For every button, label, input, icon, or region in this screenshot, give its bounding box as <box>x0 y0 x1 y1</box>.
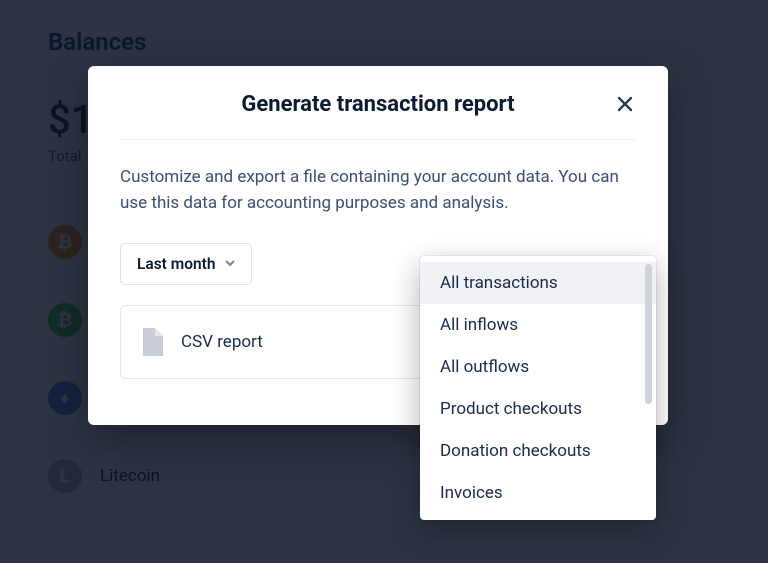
dropdown-option-all-inflows[interactable]: All inflows <box>420 304 656 346</box>
transaction-type-dropdown: All transactions All inflows All outflow… <box>420 256 656 520</box>
dropdown-option-all-outflows[interactable]: All outflows <box>420 346 656 388</box>
csv-report-label: CSV report <box>181 332 263 352</box>
dropdown-option-invoices[interactable]: Invoices <box>420 472 656 514</box>
dropdown-option-product-checkouts[interactable]: Product checkouts <box>420 388 656 430</box>
close-button[interactable] <box>610 90 640 120</box>
dropdown-option-donation-checkouts[interactable]: Donation checkouts <box>420 430 656 472</box>
date-range-label: Last month <box>137 255 215 273</box>
dropdown-option-all-transactions[interactable]: All transactions <box>420 262 656 304</box>
modal-header: Generate transaction report <box>120 92 636 140</box>
modal-title: Generate transaction report <box>241 92 514 117</box>
scrollbar-thumb[interactable] <box>645 264 652 404</box>
modal-description: Customize and export a file containing y… <box>120 164 636 217</box>
date-range-dropdown[interactable]: Last month <box>120 243 252 285</box>
close-icon <box>616 95 634 116</box>
caret-down-icon <box>225 260 235 267</box>
file-icon <box>141 328 163 356</box>
